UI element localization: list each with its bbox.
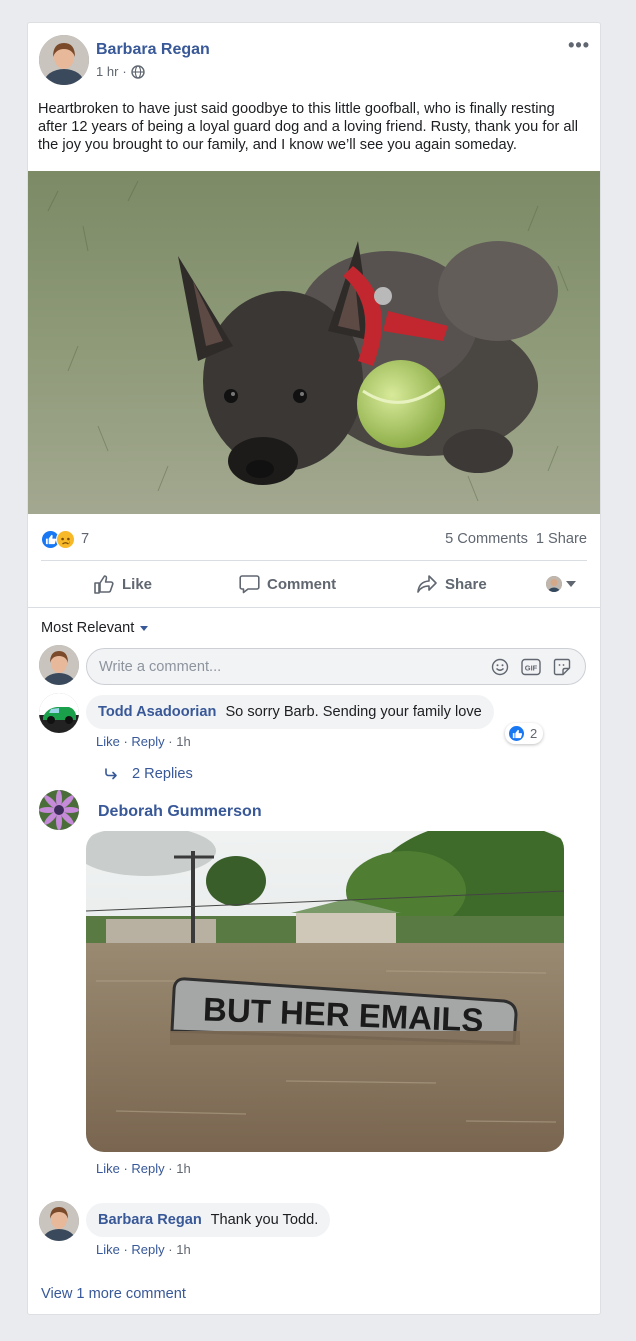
comment-actions: Like · Reply · 1h (96, 734, 191, 749)
comment-time[interactable]: · 1h (168, 1242, 190, 1257)
comments-count[interactable]: 5 Comments (445, 531, 528, 547)
comment-bubble: Todd Asadoorian So sorry Barb. Sending y… (86, 695, 494, 729)
view-replies-link[interactable]: 2 Replies (104, 766, 193, 782)
like-button[interactable]: Like (93, 574, 152, 594)
comment-actions: Like · Reply · 1h (96, 1161, 191, 1176)
audience-selector[interactable] (546, 576, 576, 592)
comment-author[interactable]: Todd Asadoorian (98, 704, 216, 720)
reactions-count[interactable]: 7 (81, 531, 89, 547)
post-meta: 1 hr · (96, 64, 145, 79)
reaction-icons[interactable] (41, 529, 75, 549)
view-more-comments-link[interactable]: View 1 more comment (41, 1286, 186, 1302)
comment-time[interactable]: · 1h (168, 1161, 190, 1176)
like-label: Like (122, 575, 153, 593)
post-card: Barbara Regan 1 hr · ••• Heartbroken to … (27, 22, 601, 1315)
replies-label: 2 Replies (132, 766, 193, 782)
sort-label: Most Relevant (41, 620, 135, 636)
svg-text:GIF: GIF (525, 663, 538, 672)
comment-sort-dropdown[interactable]: Most Relevant (41, 620, 149, 636)
meta-separator: · (122, 64, 127, 79)
chevron-down-icon (566, 581, 576, 587)
comment-author[interactable]: Barbara Regan (98, 1212, 202, 1228)
comment-text: So sorry Barb. Sending your family love (225, 704, 482, 720)
comment-reply-link[interactable]: Reply (131, 734, 164, 749)
sad-reaction-icon (56, 529, 75, 549)
comment-button[interactable]: Comment (239, 574, 336, 594)
like-reaction-icon (508, 725, 525, 742)
emoji-icon[interactable] (491, 658, 509, 676)
reactions-bar: 7 5 Comments 1 Share (41, 528, 587, 550)
comment-bubble: Barbara Regan Thank you Todd. (86, 1203, 331, 1237)
action-bar: Like Comment Share (41, 567, 587, 601)
reply-arrow-icon (105, 768, 117, 780)
divider (41, 560, 587, 561)
more-options-button[interactable]: ••• (568, 35, 590, 56)
comment-composer[interactable]: GIF (86, 648, 586, 685)
comment-image[interactable]: BUT HER EMAILS (86, 831, 564, 1152)
share-arrow-icon (417, 575, 437, 593)
post-time[interactable]: 1 hr (96, 64, 118, 79)
globe-icon (131, 64, 145, 79)
commenter-avatar[interactable] (39, 790, 79, 830)
post-text: Heartbroken to have just said goodbye to… (38, 101, 579, 153)
chevron-down-icon (140, 625, 149, 631)
divider (28, 607, 600, 608)
comment-like-link[interactable]: Like (96, 1161, 120, 1176)
comment-reply-link[interactable]: Reply (131, 1242, 164, 1257)
comment-reaction-count: 2 (530, 726, 538, 741)
thumbs-up-icon (94, 575, 114, 594)
post-author[interactable]: Barbara Regan (96, 41, 210, 59)
user-mini-avatar (546, 576, 562, 592)
author-avatar[interactable] (39, 35, 89, 85)
speech-bubble-icon (239, 575, 260, 594)
comment-time[interactable]: · 1h (168, 734, 190, 749)
comment-like-link[interactable]: Like (96, 1242, 120, 1257)
shares-count[interactable]: 1 Share (536, 531, 587, 547)
commenter-avatar[interactable] (39, 1201, 79, 1241)
gif-icon[interactable]: GIF (521, 658, 541, 676)
comment-actions: Like · Reply · 1h (96, 1242, 191, 1257)
comment-reply-link[interactable]: Reply (131, 1161, 164, 1176)
commenter-avatar[interactable] (39, 693, 79, 733)
comment-input[interactable] (99, 658, 459, 675)
comment-text: Thank you Todd. (210, 1212, 319, 1228)
current-user-avatar[interactable] (39, 645, 79, 685)
post-photo[interactable] (28, 171, 600, 514)
comment-reactions-badge[interactable]: 2 (505, 723, 544, 744)
comment-author[interactable]: Deborah Gummerson (98, 803, 262, 821)
comment-like-link[interactable]: Like (96, 734, 120, 749)
sticker-icon[interactable] (553, 658, 571, 676)
share-button[interactable]: Share (416, 574, 487, 594)
comment-label: Comment (267, 575, 337, 593)
share-label: Share (445, 575, 487, 593)
